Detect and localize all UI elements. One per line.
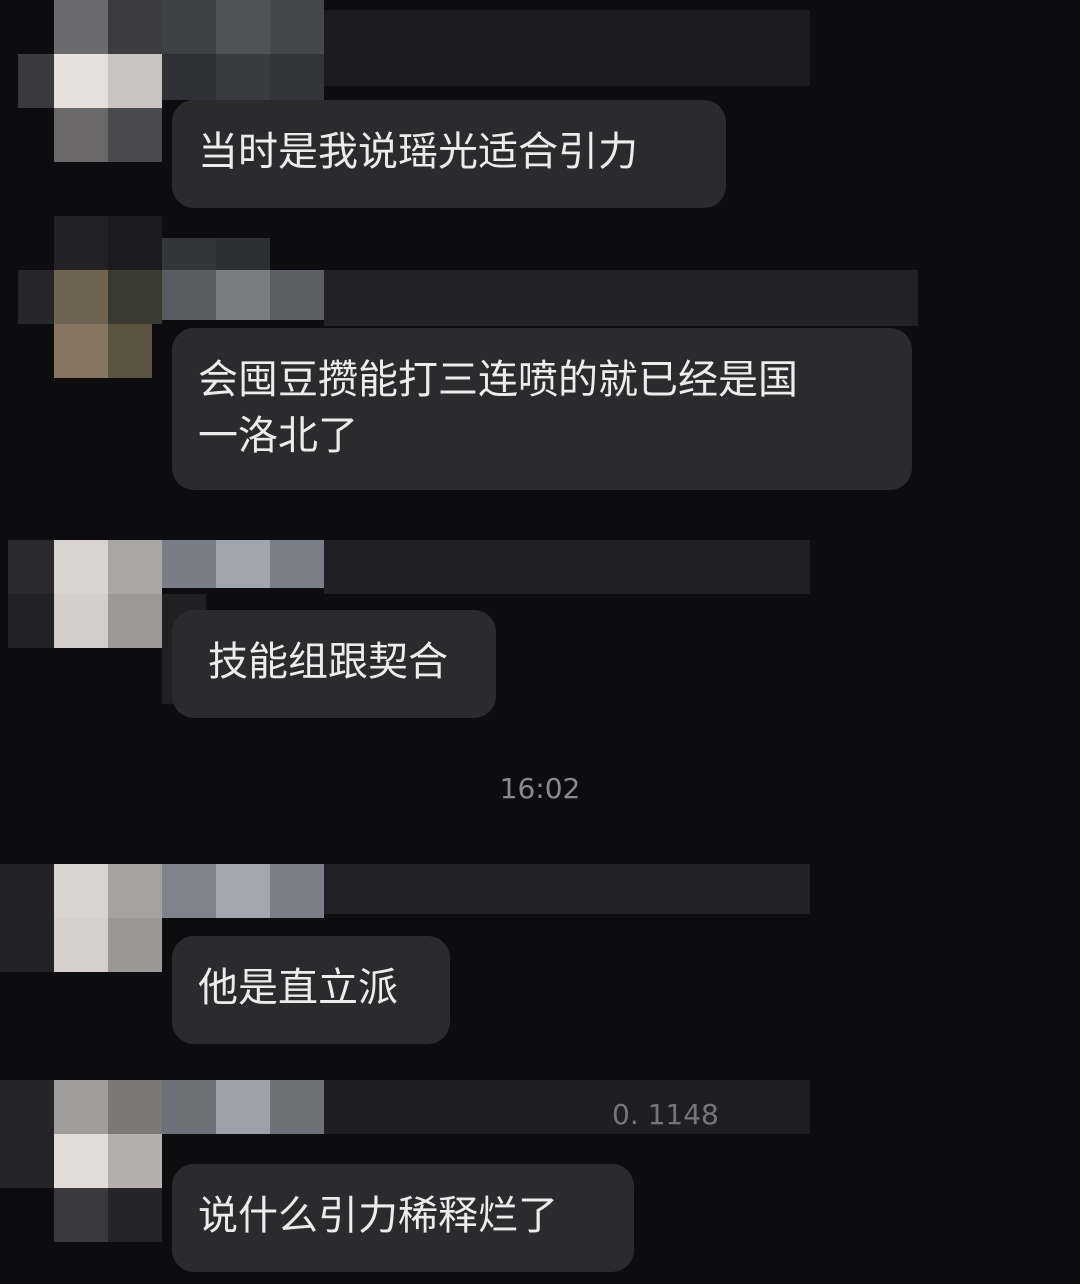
partial-name-text: 0. 1148: [612, 1098, 719, 1131]
chat-area: 当时是我说瑶光适合引力 会囤豆攒能打三连喷的就已经是国 一洛北了 技能组跟契合: [0, 0, 1080, 1284]
message-bubble[interactable]: 技能组跟契合: [172, 610, 496, 718]
message-bubble[interactable]: 会囤豆攒能打三连喷的就已经是国 一洛北了: [172, 328, 912, 490]
timestamp: 16:02: [499, 772, 581, 805]
message-bubble[interactable]: 说什么引力稀释烂了: [172, 1164, 634, 1272]
message-bubble[interactable]: 他是直立派: [172, 936, 450, 1044]
message-bubble[interactable]: 当时是我说瑶光适合引力: [172, 100, 726, 208]
